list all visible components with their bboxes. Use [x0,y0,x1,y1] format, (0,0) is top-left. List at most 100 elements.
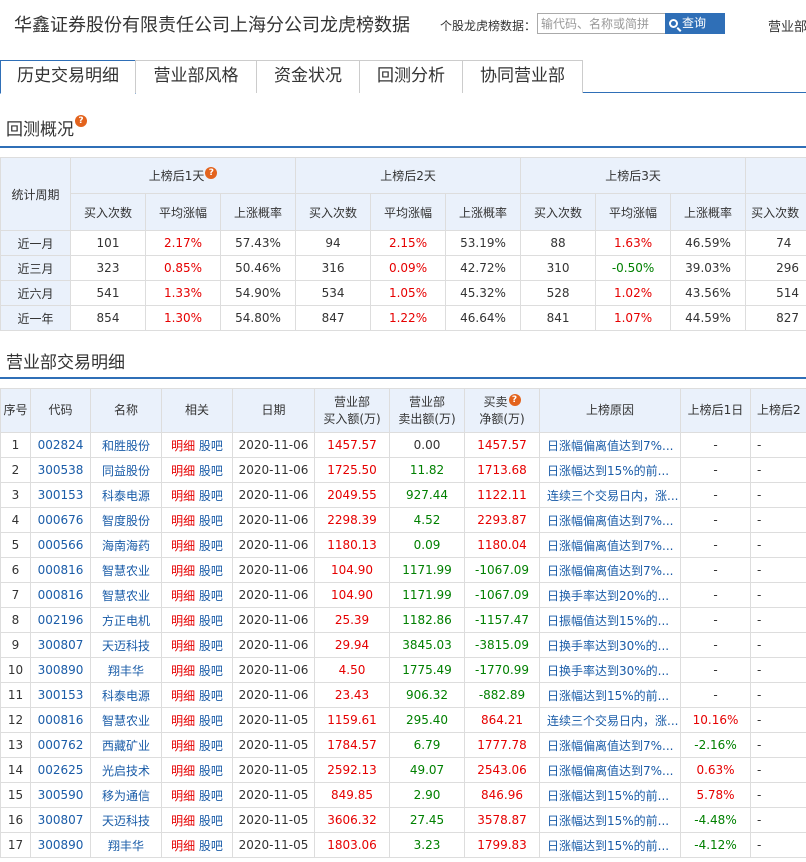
detail-link[interactable]: 明细 [171,464,195,478]
guba-link[interactable]: 股吧 [199,639,223,653]
tab-backtest[interactable]: 回测分析 [359,60,463,93]
detail-link[interactable]: 明细 [171,639,195,653]
detail-link[interactable]: 明细 [171,589,195,603]
col-buy[interactable]: 营业部 买入额(万) [314,388,390,433]
stock-name-link[interactable]: 西藏矿业 [90,732,162,758]
stock-name-link[interactable]: 智慧农业 [90,582,162,608]
stock-name-link[interactable]: 科泰电源 [90,482,162,508]
guba-link[interactable]: 股吧 [199,464,223,478]
tab-funds[interactable]: 资金状况 [256,60,360,93]
stock-code-link[interactable]: 000816 [30,557,91,583]
guba-link[interactable]: 股吧 [199,514,223,528]
stock-code-link[interactable]: 300153 [30,682,91,708]
detail-link[interactable]: 明细 [171,839,195,853]
guba-link[interactable]: 股吧 [199,489,223,503]
col-net[interactable]: 买卖? 净额(万) [464,388,540,433]
stock-code-link[interactable]: 000762 [30,732,91,758]
stock-code-link[interactable]: 002196 [30,607,91,633]
guba-link[interactable]: 股吧 [199,614,223,628]
stock-name-link[interactable]: 方正电机 [90,607,162,633]
guba-link[interactable]: 股吧 [199,789,223,803]
stock-code-link[interactable]: 002824 [30,432,91,458]
help-icon[interactable]: ? [508,393,521,406]
list-reason[interactable]: 日涨幅偏离值达到7%... [539,532,681,558]
detail-link[interactable]: 明细 [171,789,195,803]
stock-name-link[interactable]: 翔丰华 [90,657,162,683]
stock-code-link[interactable]: 002625 [30,757,91,783]
guba-link[interactable]: 股吧 [199,764,223,778]
tab-history[interactable]: 历史交易明细 [0,60,136,94]
detail-link[interactable]: 明细 [171,764,195,778]
stock-name-link[interactable]: 科泰电源 [90,682,162,708]
guba-link[interactable]: 股吧 [199,739,223,753]
detail-link[interactable]: 明细 [171,489,195,503]
detail-link[interactable]: 明细 [171,714,195,728]
stock-code-link[interactable]: 300890 [30,832,91,858]
stock-code-link[interactable]: 000816 [30,707,91,733]
detail-link[interactable]: 明细 [171,514,195,528]
guba-link[interactable]: 股吧 [199,814,223,828]
stock-name-link[interactable]: 光启技术 [90,757,162,783]
list-reason[interactable]: 日换手率达到30%的... [539,632,681,658]
stock-code-link[interactable]: 000566 [30,532,91,558]
guba-link[interactable]: 股吧 [199,664,223,678]
stock-name-link[interactable]: 同益股份 [90,457,162,483]
list-reason[interactable]: 日涨幅偏离值达到7%... [539,432,681,458]
list-reason[interactable]: 日涨幅偏离值达到7%... [539,732,681,758]
stock-code-link[interactable]: 300153 [30,482,91,508]
detail-link[interactable]: 明细 [171,689,195,703]
detail-link[interactable]: 明细 [171,539,195,553]
list-reason[interactable]: 连续三个交易日内，涨... [539,707,681,733]
nav-link-branch[interactable]: 营业部 [768,16,806,35]
help-icon[interactable]: ? [75,115,87,127]
guba-link[interactable]: 股吧 [199,439,223,453]
list-reason[interactable]: 日涨幅达到15%的前... [539,782,681,808]
guba-link[interactable]: 股吧 [199,589,223,603]
search-button[interactable]: 查询 [665,13,725,34]
list-reason[interactable]: 日涨幅偏离值达到7%... [539,757,681,783]
stock-code-link[interactable]: 300538 [30,457,91,483]
list-reason[interactable]: 日涨幅偏离值达到7%... [539,557,681,583]
stock-code-link[interactable]: 000816 [30,582,91,608]
stock-name-link[interactable]: 海南海药 [90,532,162,558]
guba-link[interactable]: 股吧 [199,714,223,728]
list-reason[interactable]: 日涨幅达到15%的前... [539,807,681,833]
col-d1[interactable]: 上榜后1日 [680,388,751,433]
list-reason[interactable]: 日振幅值达到15%的... [539,607,681,633]
col-d2[interactable]: 上榜后2 [750,388,806,433]
stock-name-link[interactable]: 智度股份 [90,507,162,533]
stock-name-link[interactable]: 翔丰华 [90,832,162,858]
stock-name-link[interactable]: 智慧农业 [90,557,162,583]
guba-link[interactable]: 股吧 [199,689,223,703]
stock-code-link[interactable]: 300890 [30,657,91,683]
detail-link[interactable]: 明细 [171,814,195,828]
tab-style[interactable]: 营业部风格 [135,60,257,93]
detail-link[interactable]: 明细 [171,664,195,678]
col-sell[interactable]: 营业部 卖出额(万) [389,388,465,433]
list-reason[interactable]: 日涨幅达到15%的前... [539,457,681,483]
detail-link[interactable]: 明细 [171,614,195,628]
list-reason[interactable]: 日换手率达到20%的... [539,582,681,608]
stock-name-link[interactable]: 移为通信 [90,782,162,808]
detail-link[interactable]: 明细 [171,564,195,578]
stock-name-link[interactable]: 和胜股份 [90,432,162,458]
detail-link[interactable]: 明细 [171,739,195,753]
list-reason[interactable]: 日涨幅偏离值达到7%... [539,507,681,533]
detail-link[interactable]: 明细 [171,439,195,453]
list-reason[interactable]: 日涨幅达到15%的前... [539,682,681,708]
tab-collab[interactable]: 协同营业部 [462,60,583,93]
stock-name-link[interactable]: 天迈科技 [90,632,162,658]
guba-link[interactable]: 股吧 [199,839,223,853]
help-icon[interactable]: ? [205,167,218,179]
guba-link[interactable]: 股吧 [199,539,223,553]
list-reason[interactable]: 连续三个交易日内，涨... [539,482,681,508]
stock-name-link[interactable]: 天迈科技 [90,807,162,833]
guba-link[interactable]: 股吧 [199,564,223,578]
stock-code-link[interactable]: 300807 [30,807,91,833]
stock-code-link[interactable]: 300590 [30,782,91,808]
search-input[interactable] [537,13,665,34]
list-reason[interactable]: 日换手率达到30%的... [539,657,681,683]
stock-code-link[interactable]: 300807 [30,632,91,658]
stock-name-link[interactable]: 智慧农业 [90,707,162,733]
stock-code-link[interactable]: 000676 [30,507,91,533]
